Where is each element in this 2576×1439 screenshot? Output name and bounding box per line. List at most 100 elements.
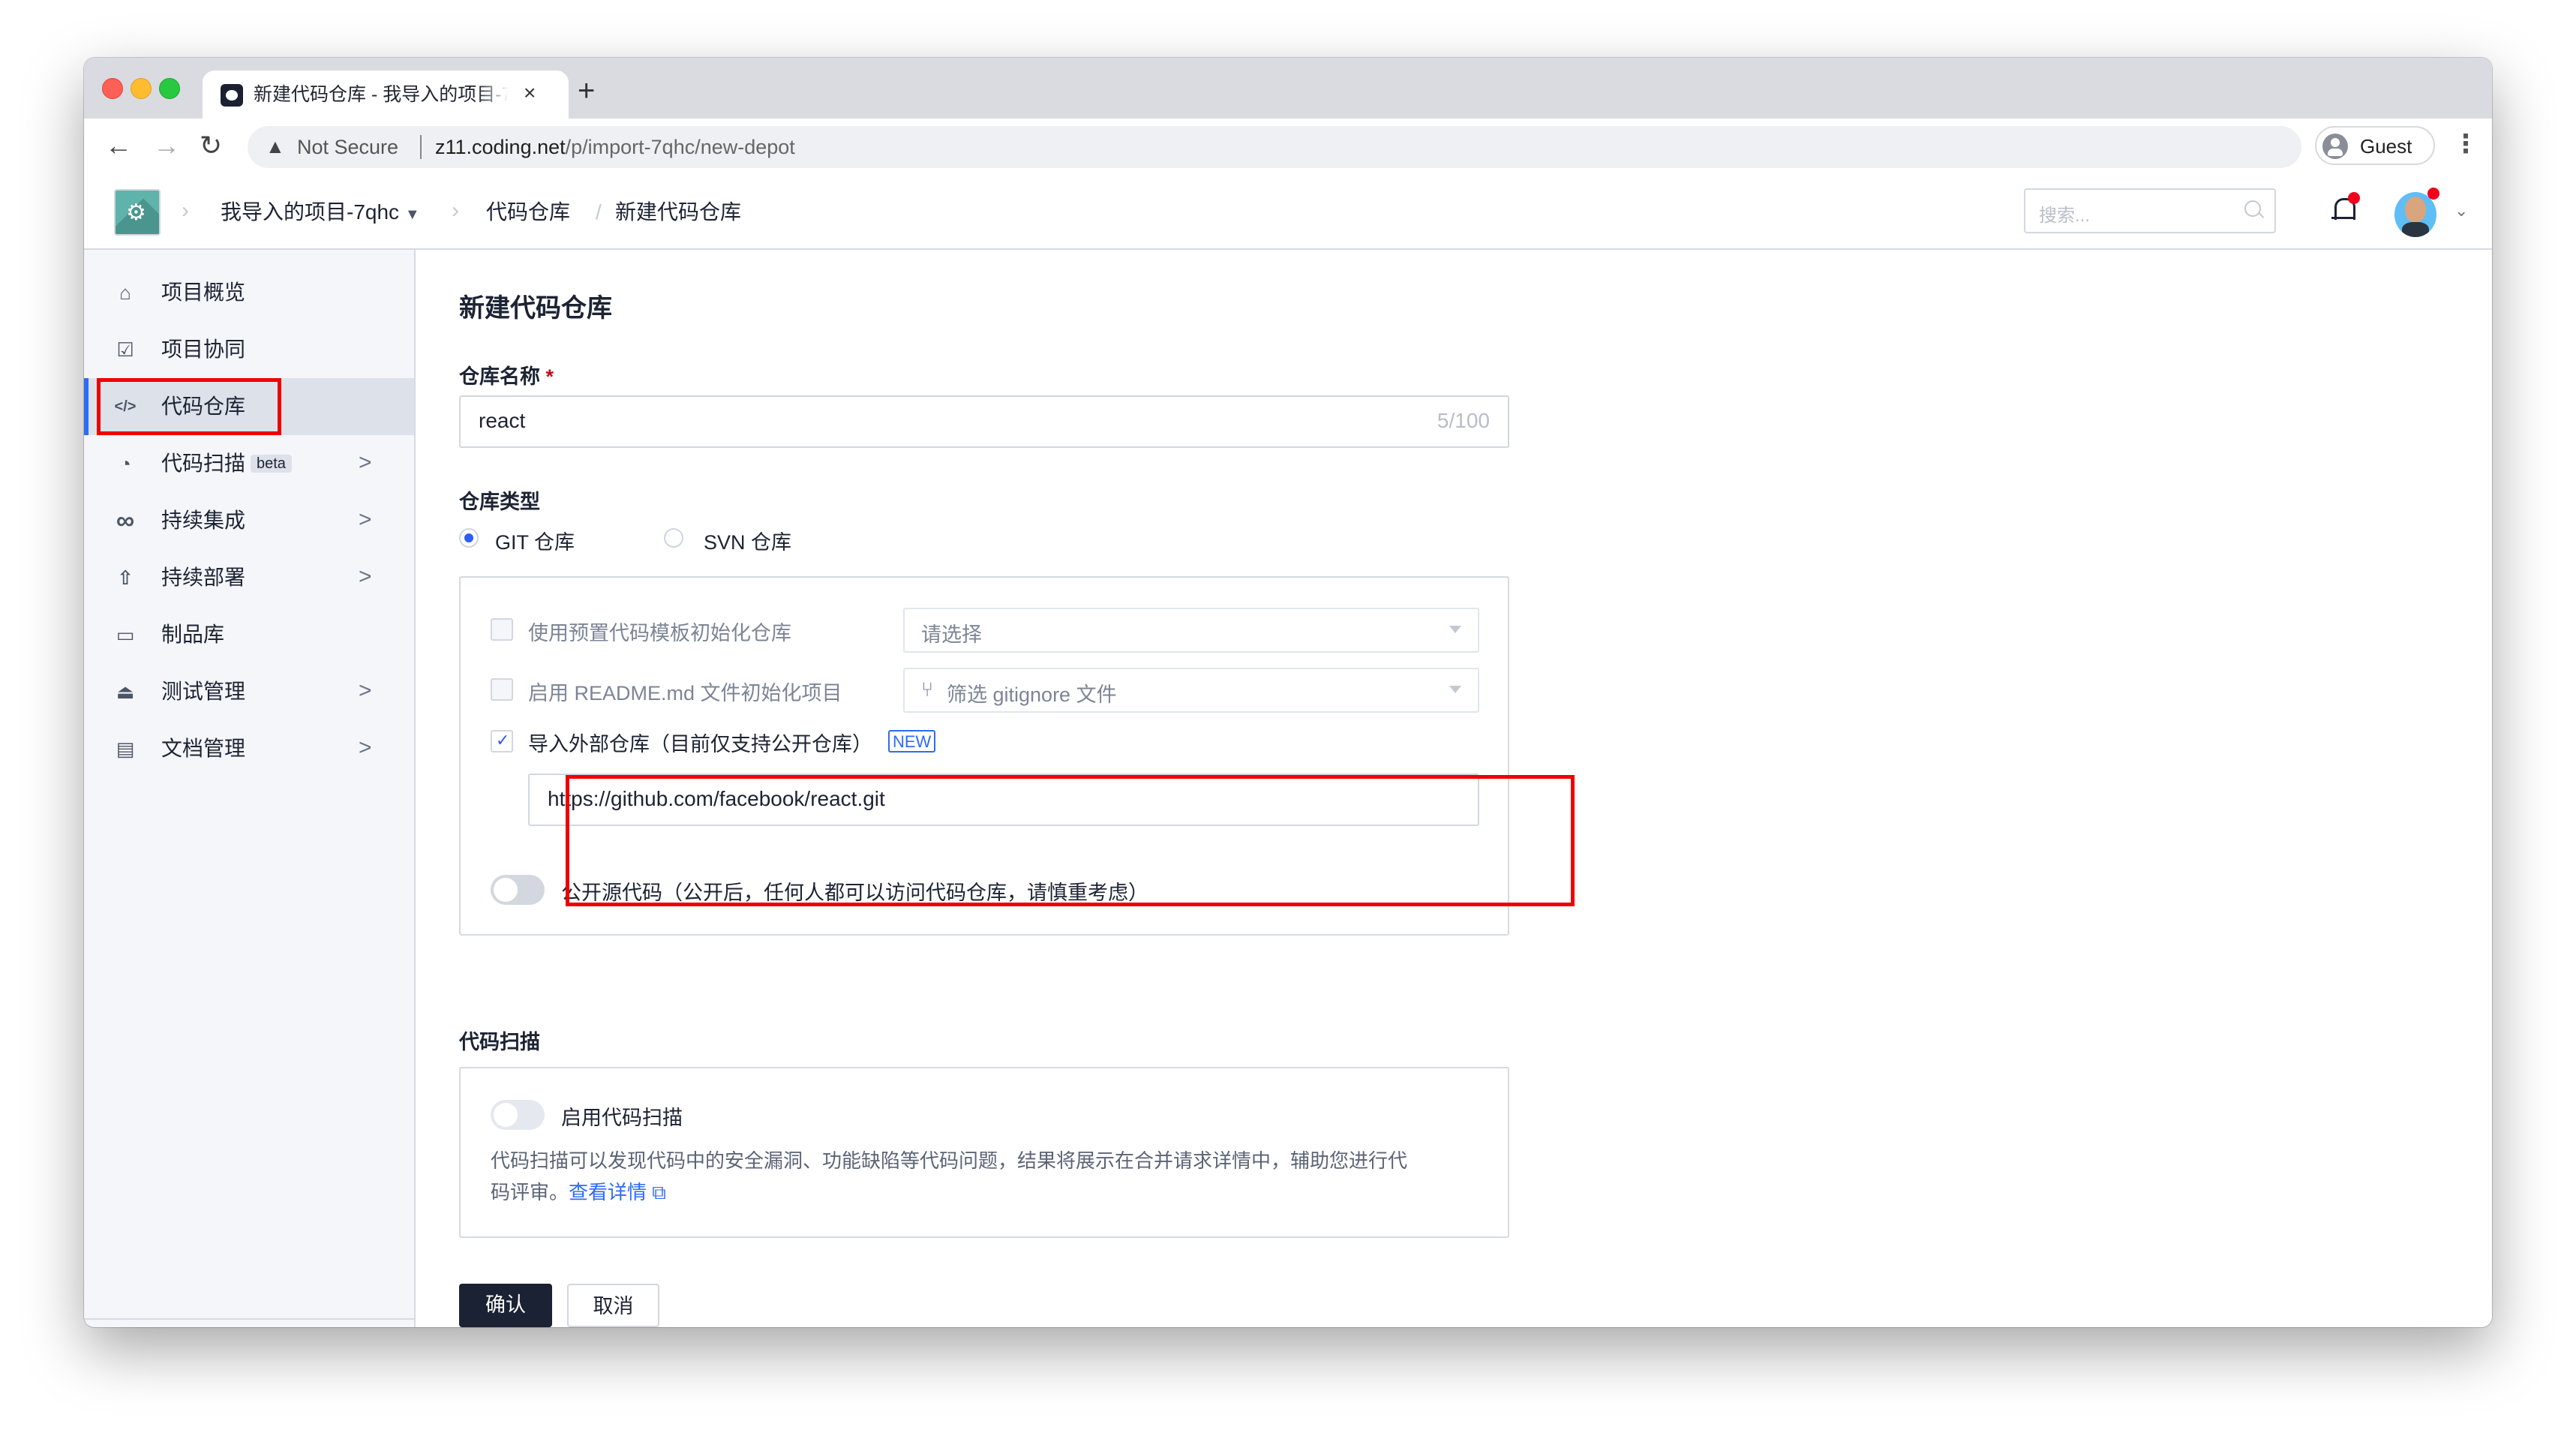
sidebar-item-ci[interactable]: ∞ 持续集成 > bbox=[84, 492, 414, 549]
branch-icon: ⑂ bbox=[921, 678, 934, 701]
annotation-highlight-import bbox=[566, 775, 1575, 906]
profile-label: Guest bbox=[2360, 135, 2412, 158]
coding-favicon-icon bbox=[221, 84, 243, 107]
sidebar-item-label: 制品库 bbox=[161, 623, 225, 646]
sidebar-item-label: 文档管理 bbox=[161, 737, 246, 760]
security-label[interactable]: Not Secure bbox=[297, 136, 398, 159]
profile-button[interactable]: Guest bbox=[2315, 126, 2435, 165]
sidebar: ⌂ 项目概览 ☑ 项目协同 </> 代码仓库 ◔ 代码扫描 beta > ∞ 持… bbox=[84, 250, 416, 1327]
chevron-right-icon: > bbox=[359, 450, 372, 475]
code-scan-section-label: 代码扫描 bbox=[459, 1031, 540, 1053]
new-badge: NEW bbox=[888, 730, 936, 753]
maximize-window-button[interactable] bbox=[159, 78, 180, 99]
template-select-placeholder: 请选择 bbox=[921, 623, 982, 646]
forward-button[interactable]: → bbox=[153, 129, 180, 162]
breadcrumb-current: 新建代码仓库 bbox=[615, 200, 742, 224]
repo-name-value: react bbox=[479, 409, 526, 432]
repo-type-label: 仓库类型 bbox=[459, 491, 540, 513]
warning-icon: ▲ bbox=[266, 135, 285, 158]
url-text[interactable]: z11.coding.net/p/import-7qhc/new-depot bbox=[435, 136, 795, 159]
chevron-right-icon: > bbox=[359, 564, 372, 589]
minimize-window-button[interactable] bbox=[131, 78, 152, 99]
chevron-right-icon: › bbox=[182, 198, 189, 223]
document-icon: ▤ bbox=[116, 738, 135, 760]
back-button[interactable]: ← bbox=[105, 129, 132, 162]
search-icon bbox=[2244, 200, 2261, 217]
template-checkbox[interactable] bbox=[491, 618, 513, 641]
confirm-button[interactable]: 确认 bbox=[459, 1284, 552, 1327]
annotation-highlight-sidebar bbox=[97, 378, 281, 435]
sidebar-item-label: 测试管理 bbox=[161, 680, 246, 703]
required-mark: * bbox=[545, 365, 554, 388]
description-line-1: 代码扫描可以发现代码中的安全漏洞、功能缺陷等代码问题，结果将展示在合并请求详情中… bbox=[491, 1149, 1408, 1172]
breadcrumb-section[interactable]: 代码仓库 bbox=[486, 200, 570, 225]
gitignore-select[interactable]: ⑂ 筛选 gitignore 文件 bbox=[903, 668, 1479, 713]
description-line-2: 码评审。 bbox=[491, 1181, 569, 1203]
notification-badge bbox=[2348, 192, 2360, 204]
address-bar[interactable]: ▲ Not Secure z11.coding.net/p/import-7qh… bbox=[248, 126, 2301, 168]
readme-checkbox-label[interactable]: 启用 README.md 文件初始化项目 bbox=[528, 677, 842, 706]
sidebar-item-settings[interactable]: ⚙ 项目设置 « bbox=[84, 1326, 414, 1327]
search-input[interactable]: 搜索... bbox=[2024, 188, 2276, 233]
sidebar-item-docs[interactable]: ▤ 文档管理 > bbox=[84, 720, 414, 777]
sidebar-item-testing[interactable]: ⏏ 测试管理 > bbox=[84, 663, 414, 720]
beta-badge: beta bbox=[251, 455, 292, 473]
radio-git[interactable] bbox=[459, 528, 479, 548]
chevron-down-icon[interactable]: ⌄ bbox=[2454, 201, 2468, 221]
project-logo[interactable]: ⚙ bbox=[114, 189, 161, 236]
repo-name-label: 仓库名称 * bbox=[459, 365, 554, 388]
code-scan-toggle-label: 启用代码扫描 bbox=[561, 1107, 683, 1129]
infinity-icon: ∞ bbox=[116, 506, 135, 535]
gear-icon: ⚙ bbox=[126, 200, 146, 225]
tab-bar: 新建代码仓库 - 我导入的项目-7qhc × + bbox=[84, 58, 2492, 119]
sidebar-item-code-scan[interactable]: ◔ 代码扫描 beta > bbox=[84, 435, 414, 492]
home-icon: ⌂ bbox=[119, 281, 131, 304]
main-content: 新建代码仓库 仓库名称 * react 5/100 仓库类型 GIT 仓库 SV… bbox=[416, 250, 2492, 1327]
url-path: /p/import-7qhc/new-depot bbox=[565, 136, 795, 158]
app-header: ⚙ › 我导入的项目-7qhc ▼ › 代码仓库 / 新建代码仓库 搜索... … bbox=[84, 174, 2492, 250]
sidebar-item-label: 持续集成 bbox=[161, 509, 246, 532]
sidebar-item-collaboration[interactable]: ☑ 项目协同 bbox=[84, 321, 414, 378]
view-details-label: 查看详情 bbox=[569, 1181, 647, 1203]
project-name: 我导入的项目-7qhc bbox=[221, 200, 400, 224]
sidebar-footer-divider bbox=[84, 1318, 414, 1320]
page-title: 新建代码仓库 bbox=[459, 294, 612, 323]
inbox-check-icon: ☑ bbox=[116, 338, 134, 361]
close-window-button[interactable] bbox=[102, 78, 123, 99]
scan-icon: ◔ bbox=[119, 452, 131, 475]
sidebar-item-cd[interactable]: ⇧ 持续部署 > bbox=[84, 549, 414, 606]
chevron-right-icon: > bbox=[359, 735, 372, 760]
breadcrumb-project[interactable]: 我导入的项目-7qhc ▼ bbox=[221, 200, 420, 227]
import-checkbox[interactable] bbox=[491, 730, 513, 753]
chevron-right-icon: > bbox=[359, 507, 372, 532]
sidebar-item-overview[interactable]: ⌂ 项目概览 bbox=[84, 264, 414, 321]
view-details-link[interactable]: 查看详情 ⧉ bbox=[569, 1181, 666, 1203]
radio-git-label[interactable]: GIT 仓库 bbox=[495, 526, 575, 555]
radio-svn-label[interactable]: SVN 仓库 bbox=[704, 526, 791, 555]
browser-window: 新建代码仓库 - 我导入的项目-7qhc × + ← → ↻ ▲ Not Sec… bbox=[84, 58, 2492, 1327]
template-checkbox-label[interactable]: 使用预置代码模板初始化仓库 bbox=[528, 617, 791, 646]
tab-active[interactable]: 新建代码仓库 - 我导入的项目-7qhc × bbox=[203, 71, 569, 119]
guest-avatar-icon bbox=[2322, 134, 2348, 159]
package-icon: ▭ bbox=[116, 623, 135, 646]
flask-icon: ⏏ bbox=[116, 680, 135, 703]
browser-menu-icon[interactable]: ⋮ bbox=[2453, 129, 2478, 159]
import-checkbox-label[interactable]: 导入外部仓库（目前仅支持公开仓库） bbox=[528, 728, 872, 757]
tab-close-icon[interactable]: × bbox=[524, 81, 536, 105]
readme-checkbox[interactable] bbox=[491, 678, 513, 701]
rocket-icon: ⇧ bbox=[117, 566, 134, 589]
new-tab-button[interactable]: + bbox=[578, 76, 595, 106]
url-host: z11.coding.net bbox=[435, 136, 566, 158]
gitignore-select-placeholder: 筛选 gitignore 文件 bbox=[947, 683, 1117, 706]
sidebar-item-artifacts[interactable]: ▭ 制品库 bbox=[84, 606, 414, 663]
code-scan-toggle[interactable] bbox=[491, 1100, 545, 1130]
caret-down-icon: ▼ bbox=[404, 206, 420, 223]
cancel-button[interactable]: 取消 bbox=[567, 1284, 659, 1327]
radio-svn[interactable] bbox=[664, 528, 683, 548]
sidebar-item-label: 项目协同 bbox=[161, 338, 246, 361]
public-source-toggle[interactable] bbox=[491, 875, 545, 905]
repo-name-input[interactable]: react 5/100 bbox=[459, 395, 1509, 448]
reload-button[interactable]: ↻ bbox=[200, 129, 222, 162]
breadcrumb-divider: / bbox=[596, 200, 602, 224]
template-select[interactable]: 请选择 bbox=[903, 608, 1479, 653]
